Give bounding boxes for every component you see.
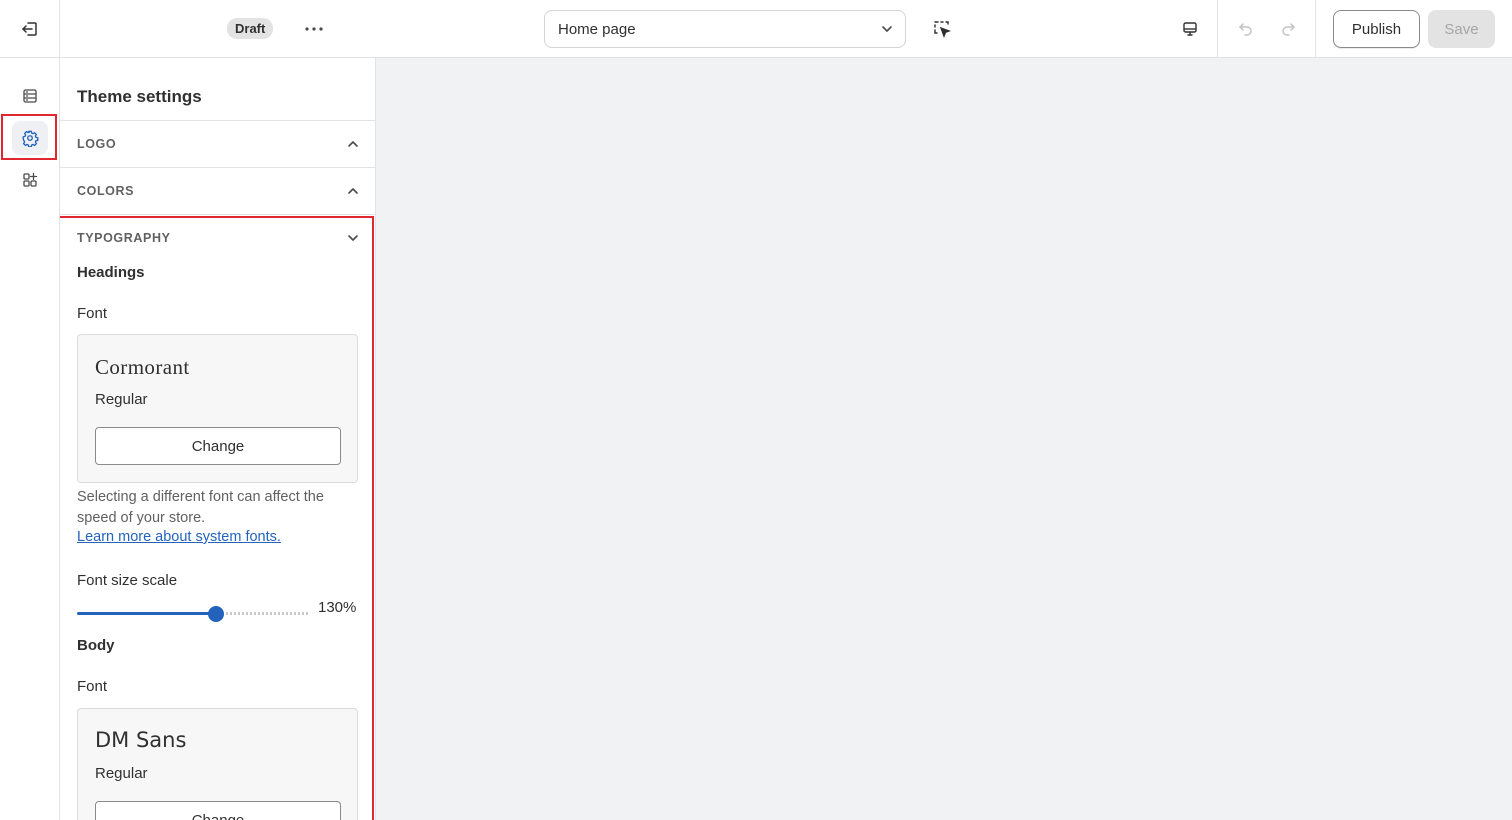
chevron-up-icon bbox=[347, 187, 359, 195]
section-logo[interactable]: LOGO bbox=[60, 120, 375, 167]
theme-settings-panel: Theme settings LOGO COLORS TYPOGRAPHY He… bbox=[60, 58, 376, 820]
chevron-down-icon bbox=[881, 25, 893, 33]
redo-button[interactable] bbox=[1274, 15, 1302, 43]
page-selector[interactable]: Home page bbox=[544, 10, 906, 48]
typography-highlight-frame bbox=[60, 216, 374, 820]
undo-button[interactable] bbox=[1232, 15, 1260, 43]
more-horizontal-icon bbox=[305, 27, 323, 31]
exit-icon bbox=[21, 20, 39, 38]
section-colors[interactable]: COLORS bbox=[60, 167, 375, 214]
save-button[interactable]: Save bbox=[1428, 10, 1495, 48]
apps-icon bbox=[22, 172, 38, 188]
chevron-up-icon bbox=[347, 140, 359, 148]
rail-item-sections[interactable] bbox=[12, 79, 48, 113]
left-rail bbox=[0, 58, 60, 820]
undo-icon bbox=[1238, 22, 1254, 36]
topbar-divider bbox=[1315, 0, 1316, 58]
draft-badge: Draft bbox=[227, 18, 274, 39]
sections-icon bbox=[22, 88, 38, 104]
rail-item-apps[interactable] bbox=[12, 163, 48, 197]
publish-button[interactable]: Publish bbox=[1333, 10, 1420, 48]
exit-button[interactable] bbox=[0, 0, 60, 58]
inspector-button[interactable] bbox=[928, 15, 956, 43]
section-logo-label: LOGO bbox=[77, 137, 117, 151]
section-colors-label: COLORS bbox=[77, 184, 135, 198]
page-selector-value: Home page bbox=[558, 20, 636, 38]
desktop-icon bbox=[1182, 21, 1198, 37]
rail-highlight-frame bbox=[1, 114, 57, 160]
select-cursor-icon bbox=[933, 20, 951, 38]
editor-topbar: Draft Home page Publish Save bbox=[0, 0, 1512, 58]
panel-title: Theme settings bbox=[77, 87, 202, 106]
topbar-divider bbox=[1217, 0, 1218, 58]
more-actions-button[interactable] bbox=[300, 17, 328, 41]
redo-icon bbox=[1280, 22, 1296, 36]
device-preview-button[interactable] bbox=[1176, 15, 1204, 43]
